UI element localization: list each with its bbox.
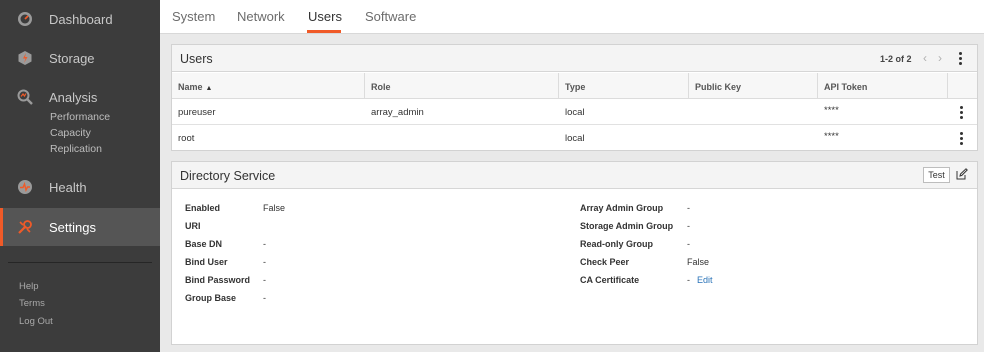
sidebar-subitem-capacity[interactable]: Capacity xyxy=(50,127,91,139)
sidebar-item-dashboard[interactable]: Dashboard xyxy=(0,0,160,38)
sidebar-subitem-performance[interactable]: Performance xyxy=(50,111,110,123)
pager-count: 1-2 of 2 xyxy=(880,54,912,64)
more-options-icon[interactable] xyxy=(959,52,963,66)
cell-api-token: **** xyxy=(824,131,839,142)
sidebar-item-label: Dashboard xyxy=(49,11,113,27)
field-value-base-dn: - xyxy=(263,239,266,249)
field-value-ca-certificate: - xyxy=(687,275,690,285)
users-panel-header: Users 1-2 of 2 ‹ › xyxy=(172,45,977,72)
field-value-bind-password: - xyxy=(263,275,266,285)
users-table-header: Name ▲ Role Type Public Key API Token xyxy=(172,73,977,99)
sidebar-divider xyxy=(8,262,152,263)
column-header-name[interactable]: Name ▲ xyxy=(172,73,365,99)
health-icon xyxy=(18,180,32,194)
cell-api-token: **** xyxy=(824,105,839,116)
table-row[interactable]: pureuser array_admin local **** xyxy=(172,99,977,125)
field-value-check-peer: False xyxy=(687,257,710,267)
column-header-role[interactable]: Role xyxy=(365,73,559,99)
cell-role: array_admin xyxy=(371,107,424,118)
sidebar-item-label: Storage xyxy=(49,50,95,66)
field-label-ca-certificate: CA Certificate xyxy=(580,275,640,285)
logout-link[interactable]: Log Out xyxy=(19,316,53,327)
field-label-check-peer: Check Peer xyxy=(580,257,630,267)
users-panel-title: Users xyxy=(180,52,213,66)
column-header-public-key[interactable]: Public Key xyxy=(689,73,818,99)
test-button[interactable]: Test xyxy=(923,167,950,183)
directory-service-header: Directory Service Test xyxy=(172,162,977,189)
sidebar: Dashboard Storage Analysis Performance C… xyxy=(0,0,160,352)
settings-tabbar: System Network Users Software xyxy=(160,0,984,34)
chevron-right-icon[interactable]: › xyxy=(938,51,942,65)
sidebar-subitem-replication[interactable]: Replication xyxy=(50,143,102,155)
field-value-enabled: False xyxy=(263,203,286,213)
column-header-api-token[interactable]: API Token xyxy=(818,73,948,99)
field-value-read-only-group: - xyxy=(687,239,690,249)
tab-network[interactable]: Network xyxy=(237,9,285,24)
sidebar-item-storage[interactable]: Storage xyxy=(0,39,160,77)
tab-users[interactable]: Users xyxy=(308,9,342,24)
field-label-enabled: Enabled xyxy=(185,203,221,213)
table-row[interactable]: root local **** xyxy=(172,125,977,151)
field-value-bind-user: - xyxy=(263,257,266,267)
sidebar-item-health[interactable]: Health xyxy=(0,168,160,206)
sidebar-item-label: Health xyxy=(49,179,87,195)
directory-service-title: Directory Service xyxy=(180,169,276,183)
sidebar-item-label: Analysis xyxy=(49,89,98,105)
chevron-left-icon[interactable]: ‹ xyxy=(923,51,927,65)
field-label-storage-admin-group: Storage Admin Group xyxy=(580,221,674,231)
cell-name: pureuser xyxy=(178,107,216,118)
field-label-uri: URI xyxy=(185,221,201,231)
analysis-icon xyxy=(17,89,33,105)
field-label-read-only-group: Read-only Group xyxy=(580,239,654,249)
sort-ascending-icon: ▲ xyxy=(205,85,213,92)
field-label-array-admin-group: Array Admin Group xyxy=(580,203,664,213)
field-value-group-base: - xyxy=(263,293,266,303)
tab-system[interactable]: System xyxy=(172,9,215,24)
settings-icon xyxy=(18,220,32,234)
dashboard-icon xyxy=(18,12,32,26)
row-menu-icon[interactable] xyxy=(960,132,964,146)
tab-software[interactable]: Software xyxy=(365,9,416,24)
users-panel: Users 1-2 of 2 ‹ › Name ▲ Role Type Publi… xyxy=(171,44,978,151)
sidebar-item-label: Settings xyxy=(49,219,96,235)
storage-icon xyxy=(18,51,32,65)
ca-certificate-edit-link[interactable]: Edit xyxy=(697,275,713,285)
field-label-group-base: Group Base xyxy=(185,293,237,303)
field-value-array-admin-group: - xyxy=(687,203,690,213)
field-label-bind-password: Bind Password xyxy=(185,275,251,285)
cell-type: local xyxy=(565,133,585,144)
cell-name: root xyxy=(178,133,195,144)
row-menu-icon[interactable] xyxy=(960,106,964,120)
terms-link[interactable]: Terms xyxy=(19,298,45,309)
active-tab-indicator xyxy=(307,30,341,33)
column-header-type[interactable]: Type xyxy=(559,73,689,99)
field-value-storage-admin-group: - xyxy=(687,221,690,231)
sidebar-item-settings[interactable]: Settings xyxy=(0,208,160,246)
cell-type: local xyxy=(565,107,585,118)
field-label-base-dn: Base DN xyxy=(185,239,223,249)
help-link[interactable]: Help xyxy=(19,281,39,292)
edit-icon[interactable] xyxy=(956,168,968,180)
field-label-bind-user: Bind User xyxy=(185,257,228,267)
directory-service-panel: Directory Service Test Enabled False URI… xyxy=(171,161,978,345)
